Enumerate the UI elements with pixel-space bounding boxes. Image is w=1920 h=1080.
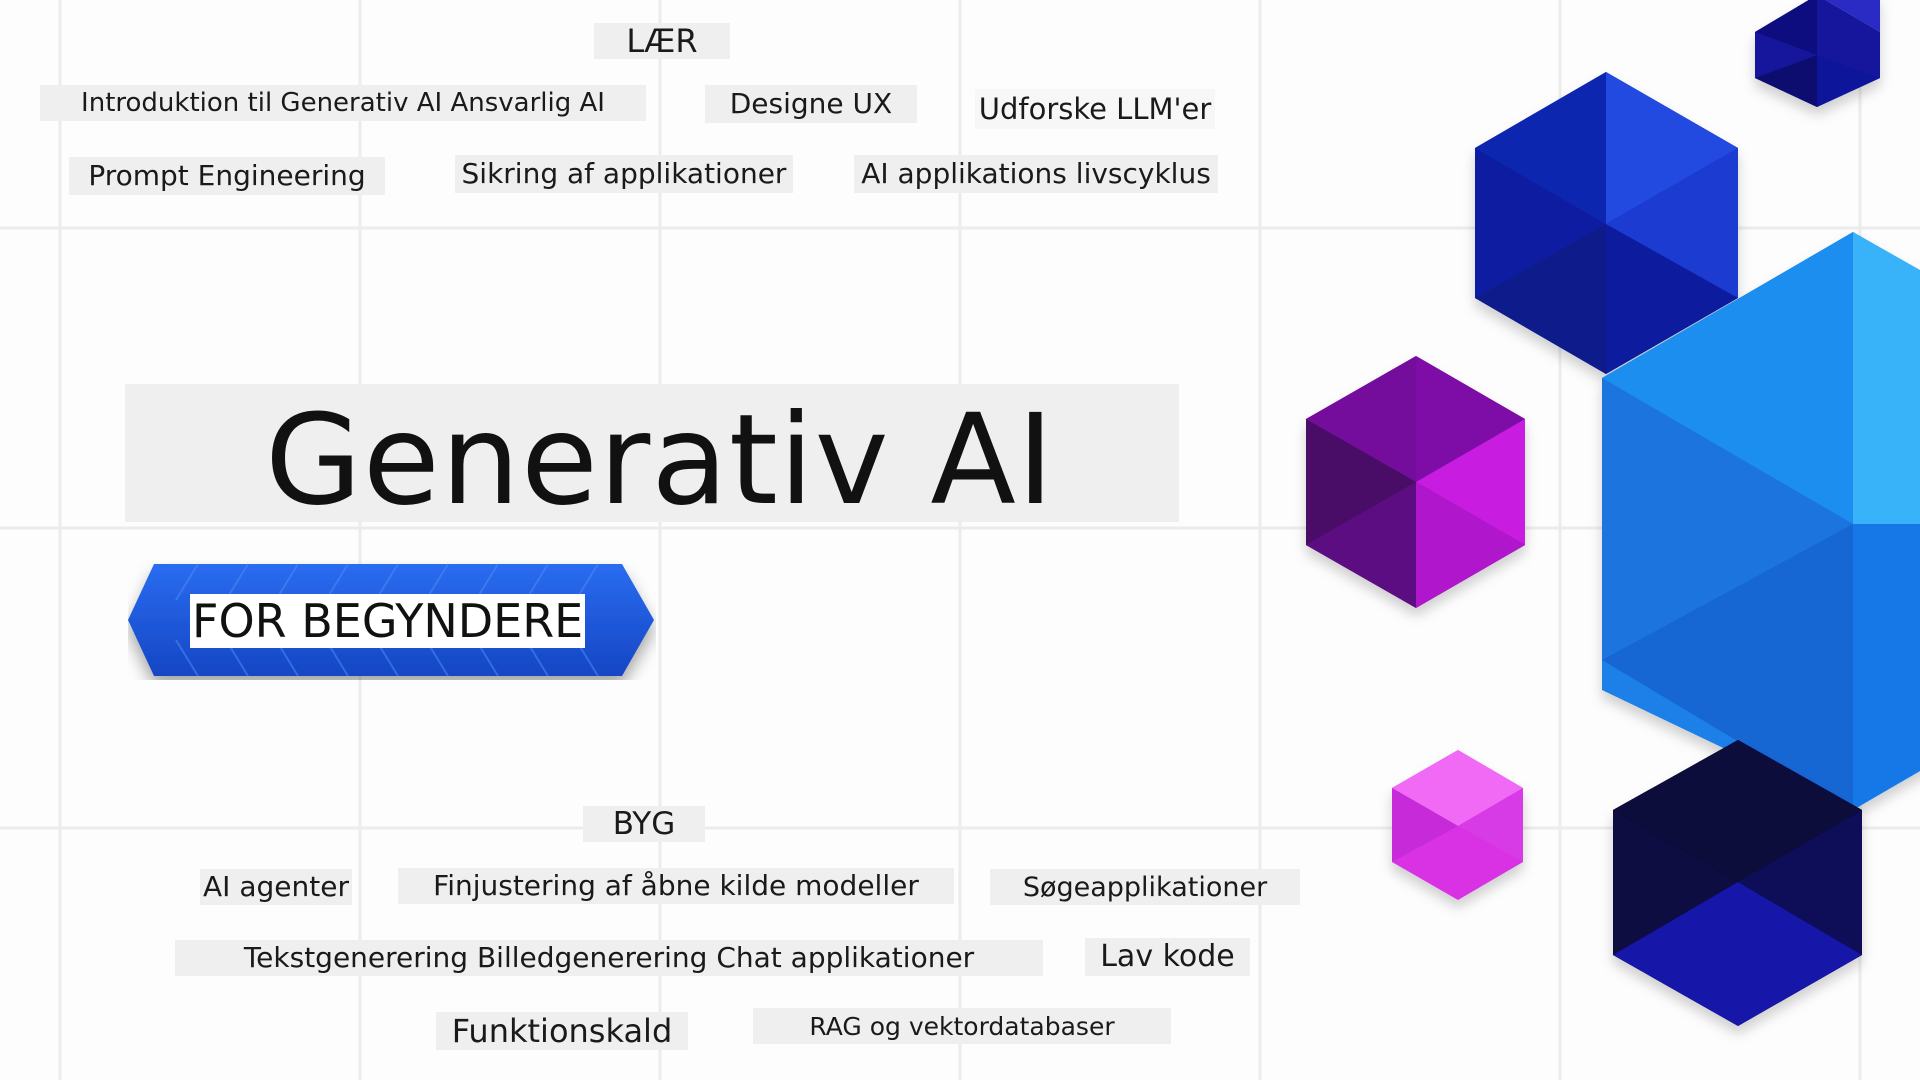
topic-intro-responsible-ai: Introduktion til Generativ AI Ansvarlig … [40,85,646,121]
build-heading: BYG [583,806,705,842]
topic-ai-agents: AI agenter [200,869,352,905]
topic-ai-app-lifecycle: AI applikations livscyklus [854,155,1218,193]
topic-design-ux: Designe UX [705,85,917,123]
topic-function-calling: Funktionskald [436,1012,688,1050]
topic-securing-applications: Sikring af applikationer [455,155,793,193]
topic-explore-llms: Udforske LLM'er [975,89,1215,129]
course-banner: LÆR Introduktion til Generativ AI Ansvar… [0,0,1920,1080]
topic-low-code: Lav kode [1085,938,1250,976]
topic-text-image-chat: Tekstgenerering Billedgenerering Chat ap… [175,940,1043,976]
subtitle-label: FOR BEGYNDERE [190,594,586,648]
page-title: Generativ AI [265,398,1055,533]
topic-rag-vector-db: RAG og vektordatabaser [753,1008,1171,1044]
learn-heading: LÆR [594,23,730,59]
topic-finetuning-open-source: Finjustering af åbne kilde modeller [398,868,954,904]
topic-search-applications: Søgeapplikationer [990,869,1300,905]
topic-prompt-engineering: Prompt Engineering [69,157,385,195]
